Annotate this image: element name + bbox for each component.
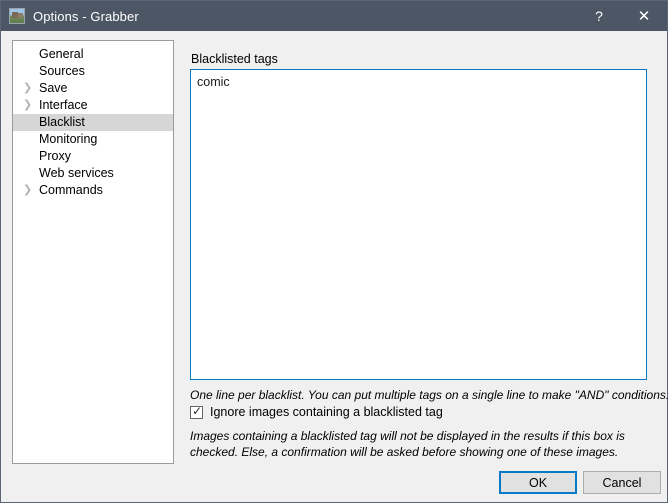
chevron-right-icon[interactable]: ❯ bbox=[23, 182, 35, 199]
sidebar-item-commands[interactable]: ❯ Commands bbox=[13, 182, 173, 199]
ignore-blacklisted-checkbox-row[interactable]: ✓ Ignore images containing a blacklisted… bbox=[190, 403, 443, 419]
sidebar-item-monitoring[interactable]: Monitoring bbox=[13, 131, 173, 148]
title-bar: Options - Grabber ? ✕ bbox=[1, 1, 667, 31]
ignore-blacklisted-label: Ignore images containing a blacklisted t… bbox=[210, 405, 443, 419]
sidebar-item-label: Monitoring bbox=[39, 132, 98, 146]
blacklist-behavior-hint: Images containing a blacklisted tag will… bbox=[190, 429, 625, 459]
sidebar-item-interface[interactable]: ❯ Interface bbox=[13, 97, 173, 114]
blacklisted-tags-input[interactable]: comic bbox=[190, 69, 647, 380]
photo-icon bbox=[9, 8, 25, 24]
chevron-right-icon[interactable]: ❯ bbox=[23, 97, 35, 114]
close-icon[interactable]: ✕ bbox=[621, 1, 667, 31]
sidebar-item-label: General bbox=[39, 47, 84, 61]
blacklisted-tags-label: Blacklisted tags bbox=[191, 52, 278, 66]
checkmark-icon: ✓ bbox=[192, 403, 203, 418]
settings-category-tree[interactable]: General Sources ❯ Save ❯ Interface Black… bbox=[12, 40, 174, 464]
sidebar-item-label: Commands bbox=[39, 183, 103, 197]
sidebar-item-blacklist[interactable]: Blacklist bbox=[13, 114, 173, 131]
ignore-blacklisted-checkbox[interactable]: ✓ bbox=[190, 403, 203, 419]
options-dialog-window: Options - Grabber ? ✕ General Sources ❯ … bbox=[0, 0, 668, 503]
sidebar-item-label: Interface bbox=[39, 98, 88, 112]
sidebar-item-label: Proxy bbox=[39, 149, 71, 163]
sidebar-item-save[interactable]: ❯ Save bbox=[13, 80, 173, 97]
sidebar-item-label: Sources bbox=[39, 64, 85, 78]
chevron-right-icon[interactable]: ❯ bbox=[23, 80, 35, 97]
sidebar-item-general[interactable]: General bbox=[13, 46, 173, 63]
blacklist-format-hint: One line per blacklist. You can put mult… bbox=[190, 388, 668, 402]
sidebar-item-web-services[interactable]: Web services bbox=[13, 165, 173, 182]
sidebar-item-sources[interactable]: Sources bbox=[13, 63, 173, 80]
sidebar-item-label: Blacklist bbox=[39, 115, 85, 129]
sidebar-item-proxy[interactable]: Proxy bbox=[13, 148, 173, 165]
window-title: Options - Grabber bbox=[33, 8, 139, 24]
sidebar-item-label: Save bbox=[39, 81, 68, 95]
cancel-button[interactable]: Cancel bbox=[583, 471, 661, 494]
help-button[interactable]: ? bbox=[577, 1, 621, 31]
sidebar-item-label: Web services bbox=[39, 166, 114, 180]
ok-button[interactable]: OK bbox=[499, 471, 577, 494]
